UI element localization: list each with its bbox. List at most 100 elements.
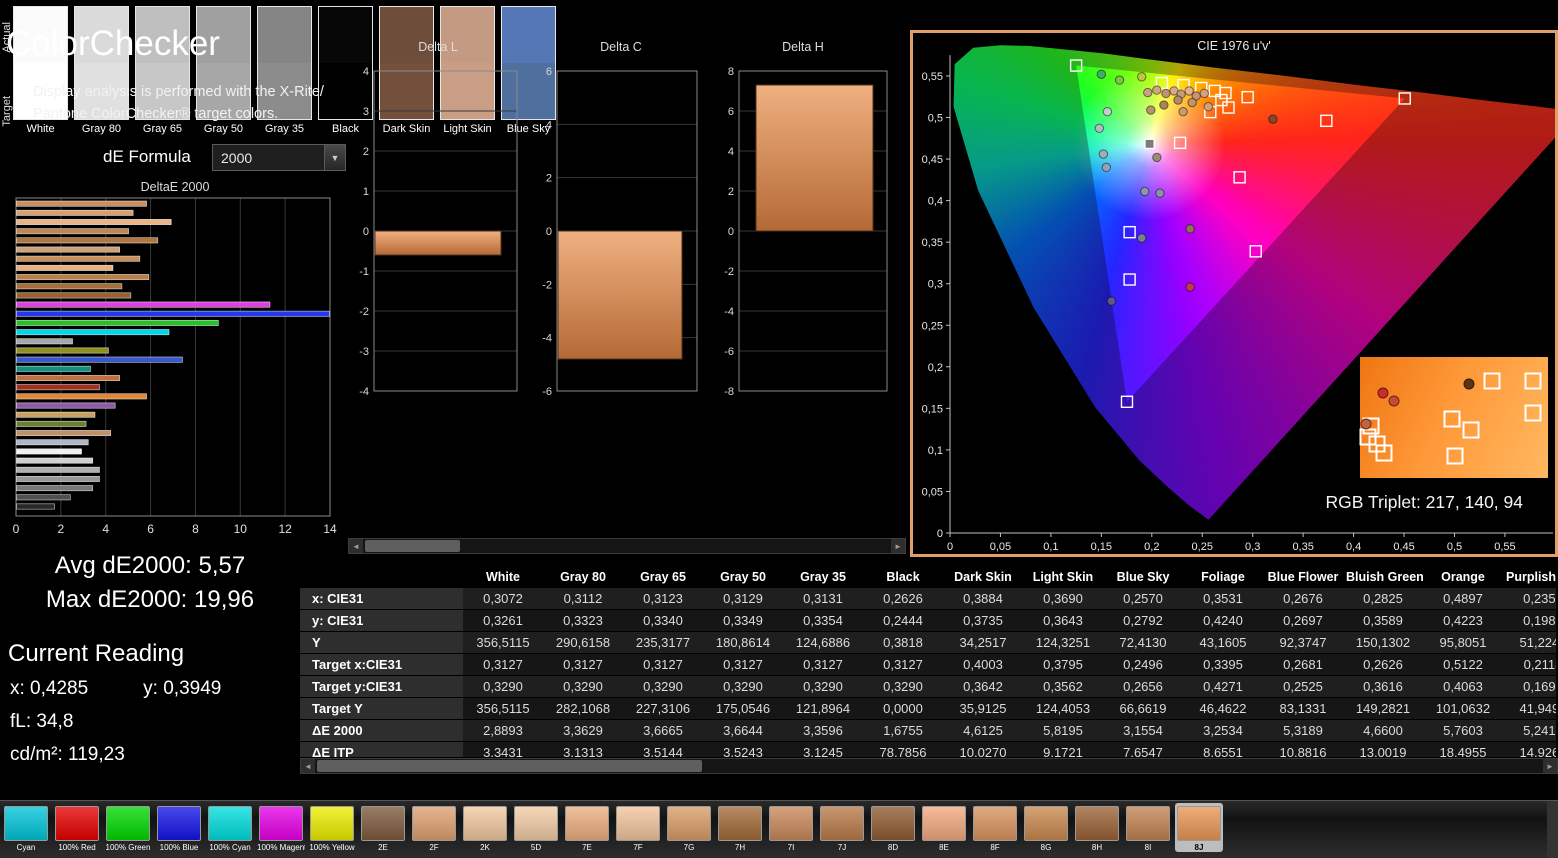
- table-row: x: CIE31 0,3072 0,3112 0,3123 0,3129 0,3131 0,…: [300, 588, 1556, 610]
- scroll-left-icon[interactable]: ◄: [349, 539, 363, 553]
- patch-tile-7j[interactable]: 7J: [818, 803, 866, 852]
- table-cell: 124,4053: [1035, 701, 1091, 716]
- measured-marker: [1377, 387, 1389, 399]
- measured-marker: [1173, 95, 1183, 105]
- column-header: Dark Skin: [954, 569, 1012, 584]
- scrollbar-track[interactable]: [363, 539, 891, 553]
- measurement-grid: White Gray 80 Gray 65 Gray 50 Gray 35 Black Da…: [300, 565, 1556, 757]
- table-row: Target Y 356,5115 282,1068 227,3106 175,0546…: [300, 697, 1556, 720]
- table-row: Y 356,5115 290,6158 235,3177 180,8614 124,688…: [300, 631, 1556, 654]
- svg-text:-3: -3: [359, 346, 369, 358]
- patch-tile-cyan[interactable]: Cyan: [2, 803, 50, 852]
- svg-text:0: 0: [13, 522, 20, 536]
- chevron-down-icon[interactable]: ▼: [324, 145, 345, 170]
- patch-tile-100-cyan[interactable]: 100% Cyan: [206, 803, 254, 852]
- measured-marker: [1185, 224, 1195, 234]
- deltae-bar: [16, 274, 150, 281]
- patch-tile-label: 100% Magenta: [257, 843, 305, 852]
- target-marker: [1446, 447, 1464, 465]
- deltae-bar: [16, 503, 55, 510]
- patch-tile-8f[interactable]: 8F: [971, 803, 1019, 852]
- table-cell: 3,5243: [723, 745, 763, 757]
- deltae-bar: [16, 411, 96, 418]
- cie-diagram: 0 0,05 0,1 0,15 0,2 0,25 0,3 0,35 0,4 0,45 0,5 0,55…: [913, 33, 1555, 554]
- table-cell: 3,6644: [723, 723, 763, 738]
- patch-swatch: [157, 806, 201, 841]
- svg-text:-6: -6: [724, 346, 734, 358]
- table-cell: 0,2792: [1123, 613, 1163, 628]
- patch-tile-8e[interactable]: 8E: [920, 803, 968, 852]
- patch-tile-7f[interactable]: 7F: [614, 803, 662, 852]
- scroll-right-icon[interactable]: ►: [1543, 759, 1557, 773]
- deltae-bar: [16, 329, 170, 336]
- table-cell: 0,3354: [803, 613, 843, 628]
- measured-marker: [1268, 114, 1278, 124]
- column-header: Bluish Green: [1346, 569, 1423, 584]
- column-header: Gray 35: [800, 569, 846, 584]
- patch-tile-100-red[interactable]: 100% Red: [53, 803, 101, 852]
- patch-swatch: [208, 806, 252, 841]
- max-de2000-stat: Max dE2000: 19,96: [45, 586, 255, 613]
- patch-tile-2e[interactable]: 2E: [359, 803, 407, 852]
- delta-h-title: Delta H: [782, 40, 824, 54]
- patch-tile-label: 7I: [787, 843, 795, 852]
- measured-marker: [1388, 395, 1400, 407]
- deltae-plot: 0 2 4 6 8 10 12 14: [10, 196, 340, 545]
- measured-marker: [1143, 87, 1153, 98]
- table-cell: 0,3818: [883, 635, 923, 650]
- table-cell: 78,7856: [879, 745, 927, 757]
- measured-marker: [1187, 97, 1197, 108]
- svg-text:14: 14: [323, 522, 337, 536]
- table-cell: 0,2676: [1283, 591, 1323, 606]
- table-cell: 175,0546: [715, 701, 771, 716]
- measured-marker: [1137, 72, 1147, 82]
- patch-tile-7i[interactable]: 7I: [767, 803, 815, 852]
- patch-tile-8i[interactable]: 8I: [1124, 803, 1172, 852]
- description-line: Pantone ColorChecker® target colors.: [33, 105, 279, 122]
- table-cell: 0,3735: [963, 613, 1003, 628]
- patch-tile-8j[interactable]: 8J: [1175, 803, 1223, 852]
- swatch-scrollbar[interactable]: ◄ ►: [348, 538, 906, 554]
- patch-tile-8h[interactable]: 8H: [1073, 803, 1121, 852]
- scrollbar-track[interactable]: [315, 759, 1543, 773]
- column-header: Purplish Blue: [1506, 569, 1556, 584]
- patch-swatch: [565, 806, 609, 841]
- patch-tile-5d[interactable]: 5D: [512, 803, 560, 852]
- colorchecker-window: ColorChecker Display analysis is perform…: [0, 0, 1558, 858]
- patch-tile-8d[interactable]: 8D: [869, 803, 917, 852]
- scrollbar-thumb[interactable]: [365, 540, 460, 552]
- patch-tile-label: 2K: [480, 843, 490, 852]
- corner-cell: [300, 565, 463, 588]
- patch-tile-100-green[interactable]: 100% Green: [104, 803, 152, 852]
- table-cell: 3,2534: [1203, 723, 1243, 738]
- patch-tile-7h[interactable]: 7H: [716, 803, 764, 852]
- table-cell: 290,6158: [555, 635, 611, 650]
- patch-tile-100-yellow[interactable]: 100% Yellow: [308, 803, 356, 852]
- target-marker: [1120, 395, 1134, 408]
- patch-swatch: [718, 806, 762, 841]
- svg-text:-1: -1: [359, 266, 369, 278]
- cie-chart-title: CIE 1976 u'v': [1197, 39, 1271, 53]
- patch-tile-7e[interactable]: 7E: [563, 803, 611, 852]
- table-cell: 0,3129: [723, 591, 763, 606]
- deltae-bar: [16, 338, 73, 345]
- patch-tile-100-blue[interactable]: 100% Blue: [155, 803, 203, 852]
- scroll-left-icon[interactable]: ◄: [301, 759, 315, 773]
- patch-tile-7g[interactable]: 7G: [665, 803, 713, 852]
- svg-text:8: 8: [192, 522, 199, 536]
- scroll-right-icon[interactable]: ►: [891, 539, 905, 553]
- target-marker: [1222, 101, 1235, 114]
- patch-tile-8g[interactable]: 8G: [1022, 803, 1070, 852]
- patch-swatch: [1024, 806, 1068, 841]
- svg-text:0: 0: [728, 226, 734, 238]
- scrollbar-thumb[interactable]: [317, 760, 702, 772]
- column-header: Gray 80: [560, 569, 606, 584]
- de-formula-dropdown[interactable]: 2000 ▼: [212, 144, 346, 171]
- table-cell: 14,9260: [1519, 745, 1557, 757]
- measured-marker: [1146, 105, 1156, 115]
- table-scrollbar[interactable]: ◄ ►: [300, 758, 1558, 774]
- patch-tile-2k[interactable]: 2K: [461, 803, 509, 852]
- strip-row-labels: Actual Target: [0, 0, 13, 148]
- patch-tile-100-magenta[interactable]: 100% Magenta: [257, 803, 305, 852]
- patch-tile-2f[interactable]: 2F: [410, 803, 458, 852]
